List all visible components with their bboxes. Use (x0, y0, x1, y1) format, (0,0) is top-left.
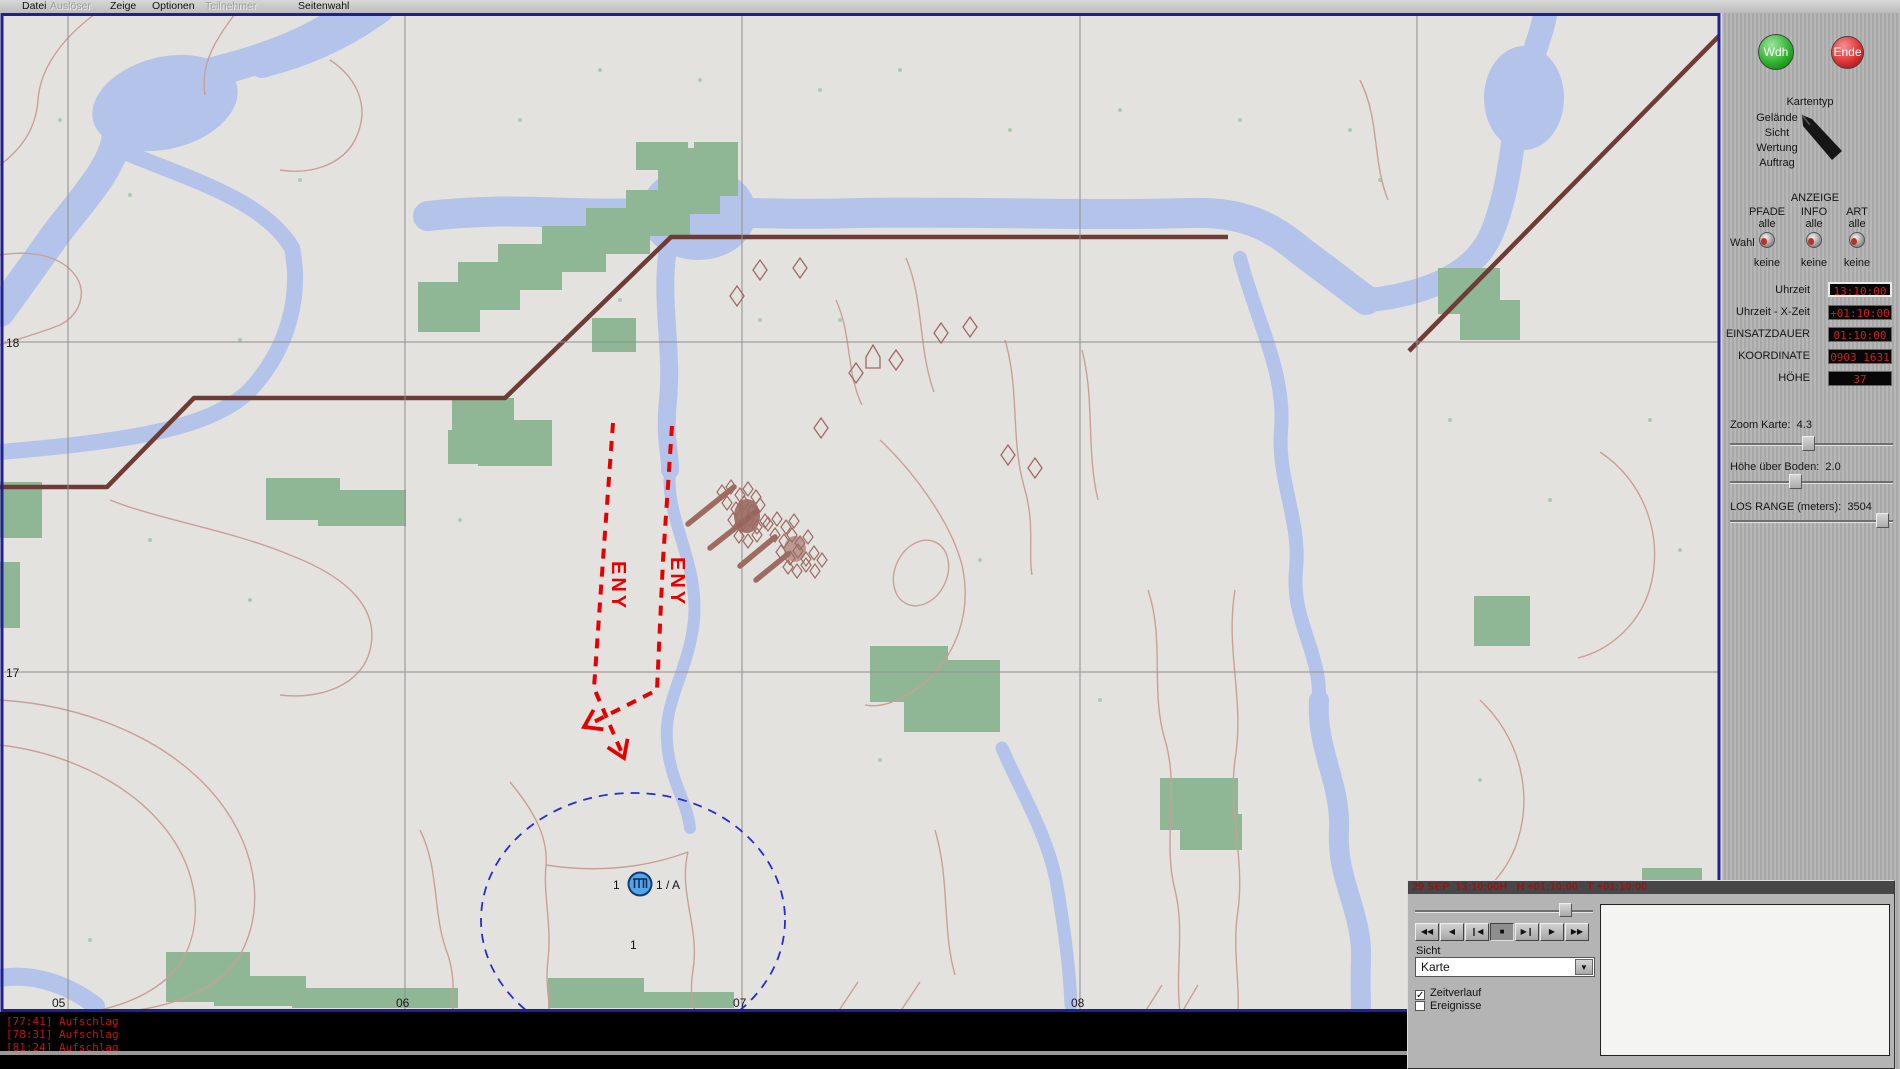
uhrzeit-label: Uhrzeit (1775, 284, 1810, 296)
menu-optionen[interactable]: Optionen (152, 0, 195, 13)
eny-label-right: ENY (666, 557, 688, 607)
hoehe-boden-slider[interactable] (1730, 474, 1893, 489)
los-range-thumb[interactable] (1876, 513, 1889, 528)
step-back-button[interactable]: ❙◀ (1465, 923, 1489, 941)
hoehe-boden-thumb[interactable] (1789, 474, 1802, 489)
los-range-slider[interactable] (1730, 513, 1893, 528)
view-dropdown-value: Karte (1421, 960, 1450, 974)
repeat-button[interactable]: Wdh (1758, 34, 1794, 70)
console-line: [78:31] Aufschlag (6, 1028, 119, 1041)
grid-label-08: 08 (1071, 996, 1085, 1010)
step-forward-button[interactable]: ▶❙ (1515, 923, 1539, 941)
zeitverlauf-row: ✓ Zeitverlauf (1415, 987, 1482, 1001)
pfade-knob[interactable] (1759, 232, 1775, 248)
anzeige-column-art: ART alle keine (1827, 206, 1887, 269)
event-listbox[interactable] (1600, 904, 1890, 1056)
map-canvas[interactable]: 18 17 05 06 07 08 ENY ENY 1 1 / A 1 (0, 0, 1722, 1012)
console-line: [77:41] Aufschlag (6, 1015, 119, 1028)
art-label: ART (1846, 206, 1868, 218)
art-alle-label: alle (1848, 218, 1866, 230)
zeitverlauf-label: Zeitverlauf (1430, 987, 1482, 999)
ereignisse-row: Ereignisse (1415, 1001, 1481, 1013)
los-range-value: 3504 (1847, 501, 1872, 513)
grid-label-17: 17 (6, 666, 20, 680)
anzeige-title: ANZEIGE (1790, 192, 1840, 204)
forward-fast-button[interactable]: ▶▶ (1565, 923, 1589, 941)
sicht-label: Sicht (1416, 945, 1441, 957)
ereignisse-checkbox[interactable] (1415, 1001, 1425, 1011)
grid-label-07: 07 (733, 996, 747, 1010)
zoom-karte-slider[interactable] (1730, 436, 1893, 451)
unit-label-below: 1 (630, 938, 637, 952)
playback-panel: 29 SEP 13:10:00H H +01:10:00 T +01:10:00… (1407, 880, 1895, 1069)
unit-label-right: 1 / A (656, 878, 680, 892)
uhrzeit-display: 13:10:00 (1828, 282, 1892, 298)
hoehe-display: 37 (1828, 371, 1892, 386)
simulation-window: 18 17 05 06 07 08 ENY ENY 1 1 / A 1 Date… (0, 0, 1900, 1069)
xzeit-display: +01:10:00 (1828, 305, 1892, 320)
rewind-fast-button[interactable]: ◀◀ (1415, 923, 1439, 941)
dropdown-arrow-icon[interactable]: ▼ (1575, 959, 1593, 975)
console-divider (0, 1051, 1408, 1055)
unit-label-left: 1 (613, 878, 620, 892)
art-knob[interactable] (1849, 232, 1865, 248)
art-keine-label: keine (1843, 257, 1871, 269)
zoom-karte-value: 4.3 (1796, 419, 1812, 431)
menu-teilnehmer: Teilnehmer (205, 0, 257, 12)
menu-datei[interactable]: Datei (22, 0, 47, 13)
pen-pointer-icon (1801, 114, 1842, 160)
timeline-slider[interactable] (1415, 903, 1593, 917)
ereignisse-label: Ereignisse (1430, 1000, 1482, 1012)
grid-label-05: 05 (52, 996, 66, 1010)
view-dropdown[interactable]: Karte ▼ (1415, 957, 1595, 977)
los-range-label: LOS RANGE (meters): 3504 (1730, 501, 1872, 513)
xzeit-label: Uhrzeit - X-Zeit (1736, 306, 1810, 318)
stop-button[interactable]: ■ (1490, 923, 1514, 941)
einsatzdauer-label: EINSATZDAUER (1725, 328, 1810, 340)
kartentyp-title: Kartentyp (1786, 96, 1834, 108)
friendly-unit-symbol[interactable] (627, 871, 653, 897)
playback-title-bar: 29 SEP 13:10:00H H +01:10:00 T +01:10:00 (1408, 881, 1894, 894)
grid-label-18: 18 (6, 336, 20, 350)
play-button[interactable]: ▶ (1540, 923, 1564, 941)
event-console: [77:41] Aufschlag [78:31] Aufschlag [81:… (0, 1012, 1408, 1069)
koordinate-display: 0903 1631 (1828, 349, 1892, 364)
einsatzdauer-display: 01:10:00 (1828, 327, 1892, 342)
hoehe-label: HÖHE (1778, 372, 1810, 384)
grid-label-06: 06 (396, 996, 410, 1010)
zeitverlauf-checkbox[interactable]: ✓ (1415, 990, 1425, 1001)
eny-label-left: ENY (607, 561, 629, 611)
end-button[interactable]: Ende (1831, 36, 1864, 69)
info-knob[interactable] (1806, 232, 1822, 248)
menu-bar: Datei Auslöser Zeige Optionen Teilnehmer… (0, 0, 1900, 13)
menu-seitenwahl[interactable]: Seitenwahl (298, 0, 349, 13)
hoehe-boden-label: Höhe über Boden: 2.0 (1730, 461, 1841, 473)
menu-zeige[interactable]: Zeige (110, 0, 136, 13)
hoehe-boden-value: 2.0 (1825, 461, 1841, 473)
timeline-thumb[interactable] (1559, 903, 1572, 917)
terrain-background (0, 13, 1722, 1012)
play-reverse-button[interactable]: ◀ (1440, 923, 1464, 941)
menu-ausloeser: Auslöser (50, 0, 91, 12)
zoom-karte-thumb[interactable] (1802, 436, 1815, 451)
zoom-karte-label: Zoom Karte: 4.3 (1730, 419, 1812, 431)
koordinate-label: KOORDINATE (1738, 350, 1810, 362)
